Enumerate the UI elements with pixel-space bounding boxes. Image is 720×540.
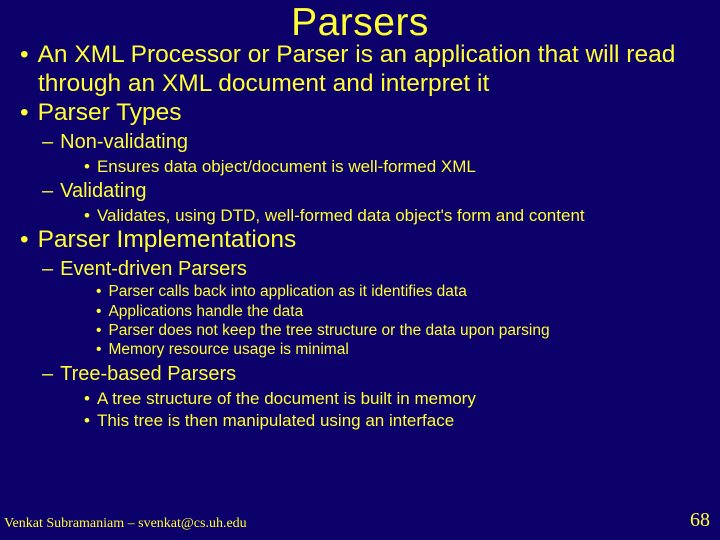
bullet-l2: Validating [4,179,716,204]
slide: Parsers An XML Processor or Parser is an… [0,0,720,540]
page-number: 68 [690,509,710,532]
bullet-l4: Parser calls back into application as it… [4,282,716,301]
bullet-l2: Non-validating [4,130,716,155]
bullet-l1: An XML Processor or Parser is an applica… [4,41,716,99]
bullet-l4: Parser does not keep the tree structure … [4,321,716,340]
footer-author: Venkat Subramaniam – svenkat@cs.uh.edu [4,516,247,532]
bullet-list: An XML Processor or Parser is an applica… [4,41,716,431]
bullet-l4: Applications handle the data [4,302,716,321]
bullet-l2: Event-driven Parsers [4,257,716,282]
bullet-l3: Ensures data object/document is well-for… [4,156,716,177]
bullet-l2: Tree-based Parsers [4,362,716,387]
bullet-l1: Parser Types [4,99,716,128]
bullet-l1: Parser Implementations [4,226,716,255]
slide-content: An XML Processor or Parser is an applica… [0,41,720,431]
bullet-l3: A tree structure of the document is buil… [4,388,716,409]
bullet-l3: This tree is then manipulated using an i… [4,410,716,431]
bullet-l3: Validates, using DTD, well-formed data o… [4,205,716,226]
bullet-l4: Memory resource usage is minimal [4,340,716,359]
slide-title: Parsers [0,0,720,45]
